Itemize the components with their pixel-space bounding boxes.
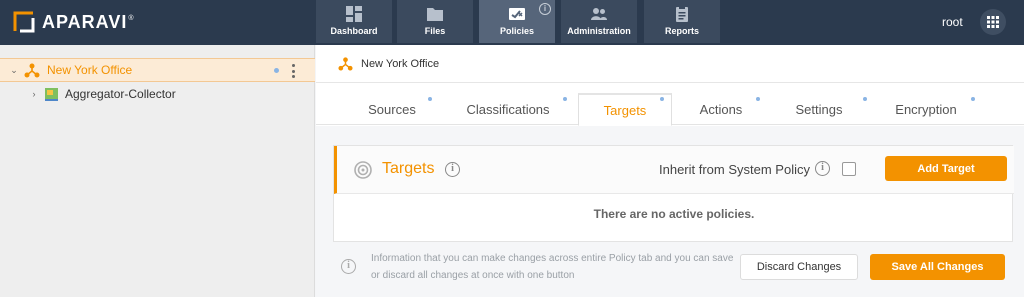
- more-vertical-icon[interactable]: [290, 63, 296, 79]
- breadcrumb: New York Office: [316, 45, 1024, 83]
- aparavi-logo[interactable]: APARAVI ®: [13, 10, 134, 34]
- policy-tabs: Sources Classifications Targets Actions …: [316, 83, 1024, 126]
- policies-info-icon[interactable]: i: [539, 3, 551, 15]
- discard-changes-button[interactable]: Discard Changes: [740, 254, 858, 280]
- tab-status-dot: [971, 97, 975, 101]
- tab-label: Classifications: [466, 101, 550, 117]
- info-icon: i: [341, 259, 356, 274]
- empty-state-message: There are no active policies.: [593, 207, 755, 221]
- logo-registered-mark: ®: [128, 14, 134, 22]
- tab-status-dot: [563, 97, 567, 101]
- nav-files[interactable]: Files: [397, 0, 473, 43]
- inherit-checkbox[interactable]: [842, 162, 856, 176]
- info-icon[interactable]: i: [445, 162, 460, 177]
- apps-grid-button[interactable]: [980, 9, 1006, 35]
- nav-label: Policies: [499, 26, 535, 36]
- tab-classifications[interactable]: Classifications: [458, 93, 558, 125]
- tab-settings[interactable]: Settings: [784, 93, 854, 125]
- tree-item-label: Aggregator-Collector: [65, 87, 176, 101]
- main-content: New York Office Sources Classifications …: [316, 45, 1024, 297]
- nav-label: Reports: [664, 26, 699, 36]
- aggregator-icon: [45, 87, 58, 101]
- grid-icon: [987, 16, 999, 28]
- tree-item-label: New York Office: [47, 63, 133, 77]
- tab-actions[interactable]: Actions: [688, 93, 754, 125]
- tab-targets[interactable]: Targets: [578, 93, 672, 126]
- clipboard-icon: [676, 6, 688, 22]
- tab-label: Targets: [603, 102, 647, 118]
- nav-reports[interactable]: Reports: [644, 0, 720, 43]
- tree-item-aggregator-collector[interactable]: › Aggregator-Collector: [0, 82, 315, 106]
- tab-label: Settings: [795, 101, 843, 117]
- tab-status-dot: [660, 97, 664, 101]
- add-target-button[interactable]: Add Target: [885, 156, 1007, 181]
- logo-text: APARAVI: [42, 11, 128, 32]
- tab-encryption[interactable]: Encryption: [886, 93, 966, 125]
- network-node-icon: [338, 57, 353, 71]
- info-icon[interactable]: i: [815, 161, 830, 176]
- policies-icon: [509, 8, 525, 20]
- nav-dashboard[interactable]: Dashboard: [316, 0, 392, 43]
- tab-status-dot: [863, 97, 867, 101]
- chevron-right-icon[interactable]: ›: [29, 89, 39, 99]
- network-node-icon: [24, 63, 40, 78]
- tab-status-dot: [428, 97, 432, 101]
- nav-label: Files: [424, 26, 446, 36]
- nav-administration[interactable]: Administration: [561, 0, 637, 43]
- users-icon: [591, 8, 607, 20]
- top-bar: APARAVI ® Dashboard Files i Policies Adm…: [0, 0, 1024, 45]
- status-dot: [274, 68, 279, 73]
- nav-label: Dashboard: [330, 26, 378, 36]
- sidebar-tree: ⌄ New York Office › Aggregator-Collector: [0, 45, 315, 297]
- tree-item-new-york-office[interactable]: ⌄ New York Office: [0, 58, 315, 82]
- folder-icon: [427, 8, 443, 21]
- chevron-down-icon[interactable]: ⌄: [9, 65, 19, 76]
- tab-label: Actions: [699, 101, 743, 117]
- tab-label: Sources: [368, 101, 416, 117]
- user-name[interactable]: root: [942, 15, 963, 29]
- save-all-changes-button[interactable]: Save All Changes: [870, 254, 1005, 280]
- nav-label: Administration: [567, 26, 631, 36]
- targets-panel-header: Targets i Inherit from System Policy i A…: [334, 146, 1014, 194]
- nav-policies[interactable]: i Policies: [479, 0, 555, 43]
- targets-title: Targets: [382, 160, 435, 177]
- logo-mark-icon: [13, 11, 35, 33]
- tab-status-dot: [756, 97, 760, 101]
- breadcrumb-label: New York Office: [361, 57, 440, 70]
- footer-info-text: Information that you can make changes ac…: [371, 253, 734, 281]
- inherit-label: Inherit from System Policy: [659, 162, 810, 177]
- tab-sources[interactable]: Sources: [351, 93, 433, 125]
- target-radar-icon: [354, 161, 372, 179]
- tab-label: Encryption: [895, 101, 957, 117]
- targets-panel: Targets i Inherit from System Policy i A…: [333, 145, 1014, 242]
- dashboard-icon: [346, 6, 362, 22]
